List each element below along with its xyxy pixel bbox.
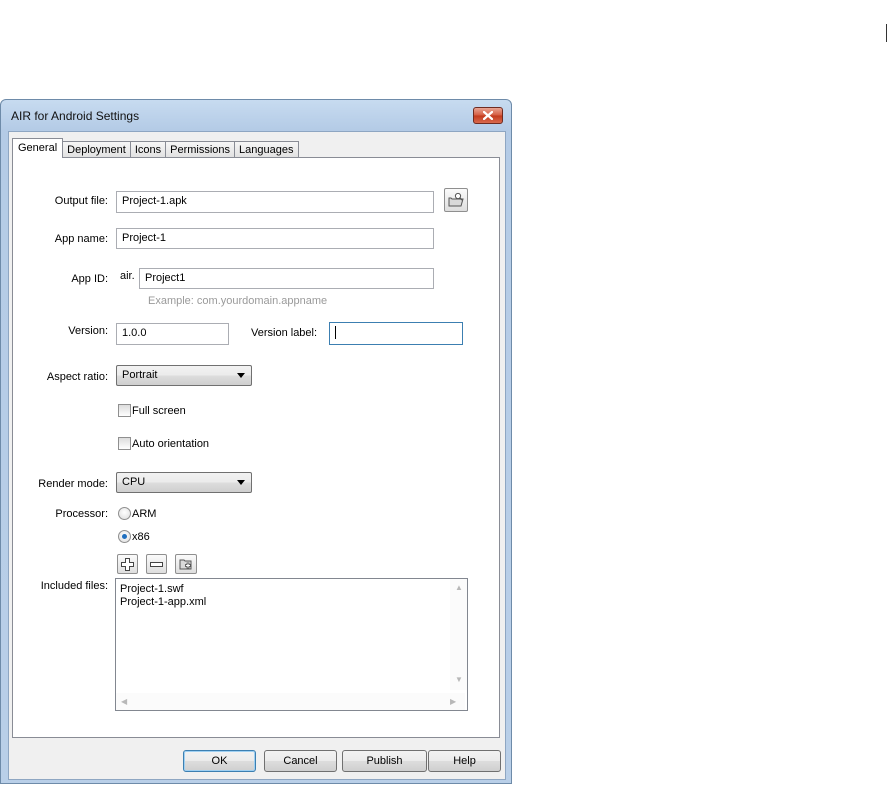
browse-button[interactable] — [444, 188, 468, 212]
tab-permissions[interactable]: Permissions — [165, 141, 236, 158]
remove-file-button[interactable] — [146, 554, 167, 574]
app-id-input[interactable]: Project1 — [139, 268, 434, 289]
output-file-input[interactable]: Project-1.apk — [116, 191, 434, 213]
scroll-up-icon: ▲ — [455, 583, 463, 592]
list-item[interactable]: Project-1-app.xml — [120, 596, 206, 608]
aspect-ratio-value: Portrait — [122, 369, 158, 381]
version-label-input[interactable] — [329, 322, 463, 345]
minus-icon — [150, 561, 163, 567]
list-item[interactable]: Project-1.swf — [120, 583, 184, 595]
edge-marker — [886, 24, 887, 42]
processor-label: Processor: — [55, 508, 108, 520]
app-id-prefix: air. — [120, 270, 135, 282]
app-name-input[interactable]: Project-1 — [116, 228, 434, 249]
vertical-scrollbar[interactable]: ▲ ▼ — [450, 579, 467, 690]
output-file-label: Output file: — [54, 195, 108, 207]
tab-strip: General Deployment Icons Permissions Lan… — [12, 138, 299, 158]
publish-button[interactable]: Publish — [342, 750, 427, 772]
app-id-hint: Example: com.yourdomain.appname — [148, 295, 328, 307]
version-input[interactable]: 1.0.0 — [116, 323, 229, 345]
add-file-button[interactable] — [117, 554, 138, 574]
dialog-client-area: General Deployment Icons Permissions Lan… — [8, 131, 506, 780]
processor-x86-label: x86 — [132, 531, 150, 543]
scroll-down-icon: ▼ — [455, 675, 463, 684]
render-mode-value: CPU — [122, 476, 146, 488]
version-label-label: Version label: — [251, 327, 318, 339]
tab-languages[interactable]: Languages — [234, 141, 299, 158]
plus-icon — [121, 557, 134, 571]
scroll-right-icon: ▶ — [450, 697, 457, 706]
title-bar[interactable]: AIR for Android Settings — [1, 100, 511, 130]
included-files-label: Included files: — [40, 580, 108, 592]
add-folder-button[interactable] — [175, 554, 197, 574]
auto-orientation-checkbox[interactable] — [118, 437, 131, 450]
full-screen-label: Full screen — [132, 405, 186, 417]
render-mode-label: Render mode: — [38, 478, 108, 490]
chevron-down-icon — [237, 480, 245, 485]
chevron-down-icon — [237, 373, 245, 378]
aspect-ratio-label: Aspect ratio: — [46, 371, 108, 383]
cancel-button[interactable]: Cancel — [264, 750, 337, 772]
folder-browse-icon — [448, 192, 464, 207]
full-screen-checkbox[interactable] — [118, 404, 131, 417]
processor-x86-radio[interactable] — [118, 530, 131, 543]
tab-deployment[interactable]: Deployment — [62, 141, 131, 158]
included-files-list[interactable]: Project-1.swf Project-1-app.xml ▲ ▼ ◀ ▶ — [115, 578, 468, 711]
ok-button[interactable]: OK — [183, 750, 256, 772]
app-id-label: App ID: — [71, 273, 108, 285]
close-button[interactable] — [473, 107, 503, 124]
text-caret — [335, 326, 336, 339]
tab-icons[interactable]: Icons — [129, 141, 167, 158]
processor-arm-radio[interactable] — [118, 507, 131, 520]
version-label: Version: — [68, 325, 108, 337]
tab-general[interactable]: General — [12, 138, 64, 158]
render-mode-select[interactable]: CPU — [116, 472, 252, 493]
window-title: AIR for Android Settings — [11, 109, 140, 123]
auto-orientation-label: Auto orientation — [132, 438, 210, 450]
processor-arm-label: ARM — [132, 508, 157, 520]
close-icon — [483, 111, 493, 120]
scroll-left-icon: ◀ — [121, 697, 128, 706]
aspect-ratio-select[interactable]: Portrait — [116, 365, 252, 386]
add-folder-icon — [179, 559, 191, 570]
horizontal-scrollbar[interactable]: ◀ ▶ — [116, 693, 465, 710]
general-tab-panel: Output file: Project-1.apk App name: Pro… — [12, 157, 500, 738]
app-name-label: App name: — [54, 233, 108, 245]
help-button[interactable]: Help — [428, 750, 501, 772]
settings-dialog: AIR for Android Settings General Deploym… — [0, 99, 512, 784]
